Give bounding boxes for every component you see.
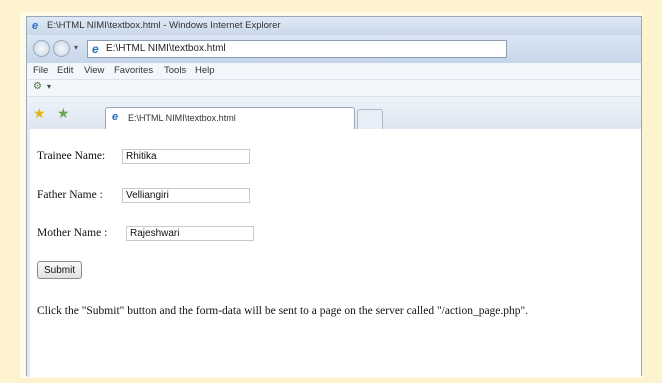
recent-pages-dropdown-icon[interactable]: ▾ (74, 43, 78, 52)
father-name-input[interactable]: Velliangiri (122, 188, 250, 203)
menu-file[interactable]: File (33, 65, 48, 76)
menu-bar: File Edit View Favorites Tools Help (27, 63, 641, 80)
address-bar[interactable]: e E:\HTML NIMI\textbox.html (87, 40, 507, 58)
trainee-name-input[interactable]: Rhitika (122, 149, 250, 164)
mother-name-label: Mother Name : (37, 227, 108, 239)
command-bar: ⚙ ▾ (27, 80, 641, 97)
content-edge (27, 129, 30, 377)
browser-window: e E:\HTML NIMI\textbox.html - Windows In… (26, 16, 642, 377)
menu-help[interactable]: Help (195, 65, 215, 76)
favorites-bar: ★ ★ e E:\HTML NIMI\textbox.html (27, 97, 641, 130)
address-url[interactable]: E:\HTML NIMI\textbox.html (106, 43, 226, 54)
page-content: Trainee Name: Rhitika Father Name : Vell… (27, 129, 641, 377)
menu-edit[interactable]: Edit (57, 65, 73, 76)
add-favorite-icon[interactable]: ★ (57, 105, 70, 122)
forward-button[interactable] (53, 40, 70, 57)
menu-view[interactable]: View (84, 65, 104, 76)
window-title: E:\HTML NIMI\textbox.html - Windows Inte… (47, 20, 281, 31)
mother-name-input[interactable]: Rajeshwari (126, 226, 254, 241)
ie-logo-icon: e (32, 20, 39, 32)
title-bar: e E:\HTML NIMI\textbox.html - Windows In… (27, 17, 641, 35)
new-tab-button[interactable] (357, 109, 383, 129)
submit-button[interactable]: Submit (37, 261, 83, 279)
favorites-star-icon[interactable]: ★ (33, 105, 46, 122)
feeds-dropdown-icon[interactable]: ▾ (47, 82, 51, 91)
form-note: Click the "Submit" button and the form-d… (37, 305, 529, 317)
tab-title: E:\HTML NIMI\textbox.html (128, 113, 236, 123)
father-name-label: Father Name : (37, 189, 103, 201)
navigation-bar: ▾ e E:\HTML NIMI\textbox.html (27, 35, 641, 63)
back-button[interactable] (33, 40, 50, 57)
menu-favorites[interactable]: Favorites (114, 65, 153, 76)
page-icon: e (92, 42, 99, 56)
menu-tools[interactable]: Tools (164, 65, 186, 76)
tab-page-icon: e (112, 111, 119, 123)
trainee-name-label: Trainee Name: (37, 150, 106, 162)
browser-tab[interactable]: e E:\HTML NIMI\textbox.html (105, 107, 355, 129)
feeds-icon[interactable]: ⚙ (33, 81, 42, 92)
